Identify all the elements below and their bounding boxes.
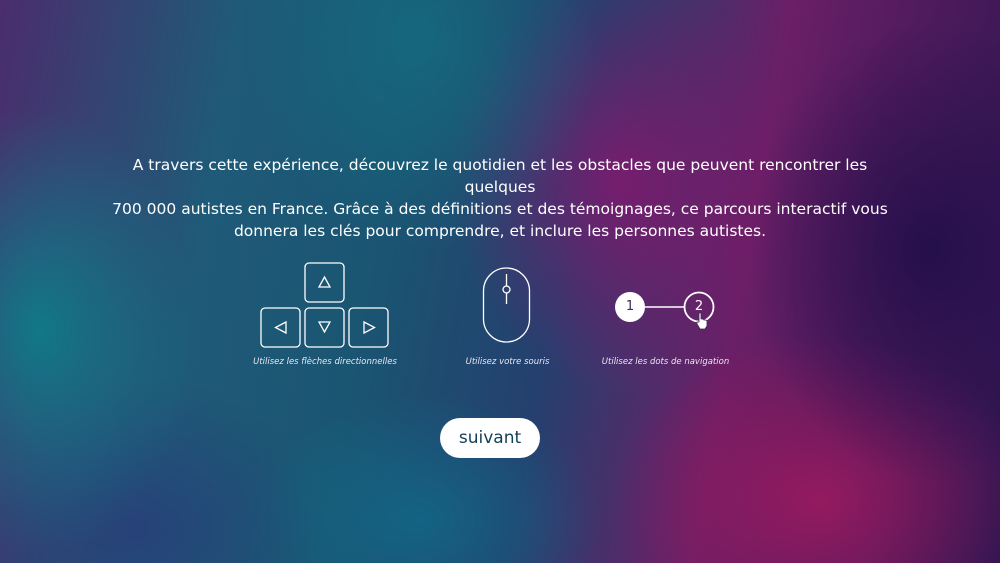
intro-line-1: A travers cette expérience, découvrez le…: [132, 156, 868, 196]
arrow-keys-caption: Utilisez les flèches directionnelles: [253, 357, 397, 367]
mouse-icon: [482, 267, 531, 343]
arrow-keys-icon: [260, 262, 389, 348]
arrow-keys-help: Utilisez les flèches directionnelles: [253, 261, 397, 376]
dot-1-label: 1: [625, 299, 635, 314]
mouse-help: Utilisez votre souris: [455, 266, 560, 376]
intro-text: A travers cette expérience, découvrez le…: [100, 154, 900, 242]
navigation-dots-help: 1 2 Utilisez les dots de navigation: [598, 287, 733, 376]
mouse-caption: Utilisez votre souris: [465, 357, 550, 367]
dot-2-label: 2: [694, 299, 704, 314]
next-button[interactable]: suivant: [440, 418, 540, 458]
intro-line-3: donnera les clés pour comprendre, et inc…: [233, 222, 767, 240]
intro-line-2: 700 000 autistes en France. Grâce à des …: [112, 200, 888, 218]
navigation-dots-caption: Utilisez les dots de navigation: [601, 357, 730, 367]
